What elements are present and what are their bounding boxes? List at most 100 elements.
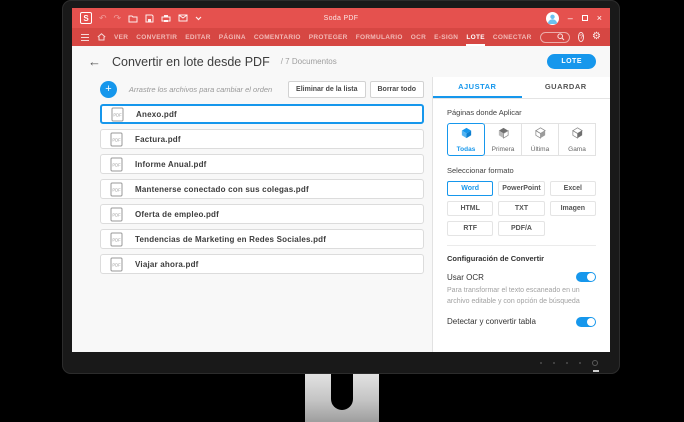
file-name: Factura.pdf xyxy=(135,134,181,144)
titlebar: S ↶ ↷ Soda PDF – × xyxy=(72,8,610,28)
save-icon[interactable] xyxy=(145,14,154,23)
home-icon[interactable] xyxy=(97,33,106,41)
pages-all-icon xyxy=(460,126,473,144)
svg-text:PDF: PDF xyxy=(112,187,121,192)
user-avatar[interactable] xyxy=(545,11,559,25)
menu-item-comentario[interactable]: COMENTARIO xyxy=(254,29,301,46)
chevron-down-icon[interactable] xyxy=(195,16,202,21)
format-html[interactable]: HTML xyxy=(447,201,494,216)
file-name: Oferta de empleo.pdf xyxy=(135,209,220,219)
menu-item-formulario[interactable]: FORMULARIO xyxy=(356,29,403,46)
page-option-gama[interactable]: Gama xyxy=(558,123,596,156)
lote-run-button[interactable]: LOTE xyxy=(547,54,596,69)
pdf-file-icon: PDF xyxy=(110,182,123,197)
monitor-button-dot[interactable] xyxy=(540,362,542,364)
gear-icon[interactable]: ⚙ xyxy=(592,32,601,42)
page-header: ← Convertir en lote desde PDF / 7 Docume… xyxy=(72,46,610,77)
file-row[interactable]: PDF Informe Anual.pdf xyxy=(100,154,424,174)
file-row[interactable]: PDF Tendencias de Marketing en Redes Soc… xyxy=(100,229,424,249)
search-input[interactable] xyxy=(544,33,558,41)
app-logo-icon: S xyxy=(80,12,92,24)
undo-icon[interactable]: ↶ xyxy=(99,13,107,23)
page-option-todas[interactable]: Todas xyxy=(447,123,485,156)
file-row[interactable]: PDF Viajar ahora.pdf xyxy=(100,254,424,274)
ocr-toggle-row: Usar OCR xyxy=(447,272,596,282)
clear-all-button[interactable]: Borrar todo xyxy=(369,81,424,98)
close-button[interactable]: × xyxy=(597,13,602,23)
file-row[interactable]: PDF Factura.pdf xyxy=(100,129,424,149)
settings-panel: AJUSTAR GUARDAR Páginas donde Aplicar To… xyxy=(432,77,610,352)
pdf-file-icon: PDF xyxy=(110,132,123,147)
monitor-stand xyxy=(305,374,379,422)
menu-item-lote[interactable]: LOTE xyxy=(466,29,485,46)
format-rtf[interactable]: RTF xyxy=(447,221,494,236)
ocr-toggle[interactable] xyxy=(576,272,596,282)
format-section-label: Seleccionar formato xyxy=(447,166,514,175)
ocr-label: Usar OCR xyxy=(447,272,484,282)
ocr-description: Para transformar el texto escaneado en u… xyxy=(447,287,580,305)
monitor-button-dot[interactable] xyxy=(553,362,555,364)
format-word[interactable]: Word xyxy=(447,181,494,196)
file-row[interactable]: PDF Mantenerse conectado con sus colegas… xyxy=(100,179,424,199)
remove-from-list-button[interactable]: Eliminar de la lista xyxy=(288,81,366,98)
pages-first-icon xyxy=(497,126,510,144)
email-icon[interactable] xyxy=(178,14,188,22)
monitor-button-dot[interactable] xyxy=(566,362,568,364)
page-option-ultima[interactable]: Última xyxy=(521,123,559,156)
menu-item-esign[interactable]: E-SIGN xyxy=(434,29,458,46)
monitor-button-dot[interactable] xyxy=(579,362,581,364)
table-convert-label: Detectar y convertir tabla xyxy=(447,317,536,327)
format-options: Word PowerPoint Excel HTML TXT Imagen RT… xyxy=(447,181,596,236)
file-list-pane: + Arrastre los archivos para cambiar el … xyxy=(72,77,432,352)
open-file-icon[interactable] xyxy=(128,14,138,23)
svg-text:PDF: PDF xyxy=(112,262,121,267)
add-file-button[interactable]: + xyxy=(100,81,117,98)
format-imagen[interactable]: Imagen xyxy=(549,201,596,216)
svg-text:PDF: PDF xyxy=(112,162,121,167)
format-pdfa[interactable]: PDF/A xyxy=(498,221,545,236)
menu-item-pagina[interactable]: PÁGINA xyxy=(219,29,246,46)
breadcrumb: / 7 Documentos xyxy=(280,57,337,66)
file-name: Tendencias de Marketing en Redes Sociale… xyxy=(135,234,327,244)
maximize-button[interactable] xyxy=(581,15,588,21)
drag-hint: Arrastre los archivos para cambiar el or… xyxy=(128,85,273,94)
menubar: VER CONVERTIR EDITAR PÁGINA COMENTARIO P… xyxy=(72,28,610,46)
menu-item-conectar[interactable]: CONECTAR xyxy=(493,29,532,46)
menu-item-proteger[interactable]: PROTEGER xyxy=(309,29,348,46)
file-row[interactable]: PDF Oferta de empleo.pdf xyxy=(100,204,424,224)
settings-tabs: AJUSTAR GUARDAR xyxy=(433,77,610,99)
back-arrow-icon[interactable]: ← xyxy=(88,55,101,68)
minimize-button[interactable]: – xyxy=(568,13,573,23)
config-section-label: Configuración de Convertir xyxy=(447,254,545,263)
pdf-file-icon: PDF xyxy=(110,157,123,172)
svg-text:PDF: PDF xyxy=(113,112,122,117)
format-powerpoint[interactable]: PowerPoint xyxy=(498,181,545,196)
table-convert-toggle[interactable] xyxy=(576,316,596,327)
content-area: ← Convertir en lote desde PDF / 7 Docume… xyxy=(72,46,610,352)
format-txt[interactable]: TXT xyxy=(498,201,545,216)
format-excel[interactable]: Excel xyxy=(549,181,596,196)
tab-guardar[interactable]: GUARDAR xyxy=(522,77,611,98)
search-icon xyxy=(557,28,565,46)
pdf-file-icon: PDF xyxy=(110,257,123,272)
window-title: Soda PDF xyxy=(323,14,359,22)
file-name: Viajar ahora.pdf xyxy=(135,259,199,269)
page-title: Convertir en lote desde PDF xyxy=(112,54,270,69)
menu-item-ocr[interactable]: OCR xyxy=(411,29,426,46)
menu-item-ver[interactable]: VER xyxy=(114,29,128,46)
file-row[interactable]: PDF Anexo.pdf xyxy=(100,104,424,124)
svg-text:PDF: PDF xyxy=(112,212,121,217)
menu-item-editar[interactable]: EDITAR xyxy=(185,29,211,46)
page-option-primera[interactable]: Primera xyxy=(484,123,522,156)
monitor-power-button[interactable] xyxy=(592,360,599,372)
redo-icon[interactable]: ↷ xyxy=(114,13,122,23)
menu-item-convertir[interactable]: CONVERTIR xyxy=(136,29,177,46)
help-icon[interactable]: ? xyxy=(578,32,585,42)
tab-ajustar[interactable]: AJUSTAR xyxy=(433,77,522,98)
pdf-file-icon: PDF xyxy=(111,107,124,122)
monitor-chin-controls xyxy=(540,360,599,372)
print-icon[interactable] xyxy=(161,14,171,23)
search-box[interactable] xyxy=(539,31,571,43)
pages-section-label: Páginas donde Aplicar xyxy=(447,108,522,117)
hamburger-menu-icon[interactable] xyxy=(81,33,89,41)
